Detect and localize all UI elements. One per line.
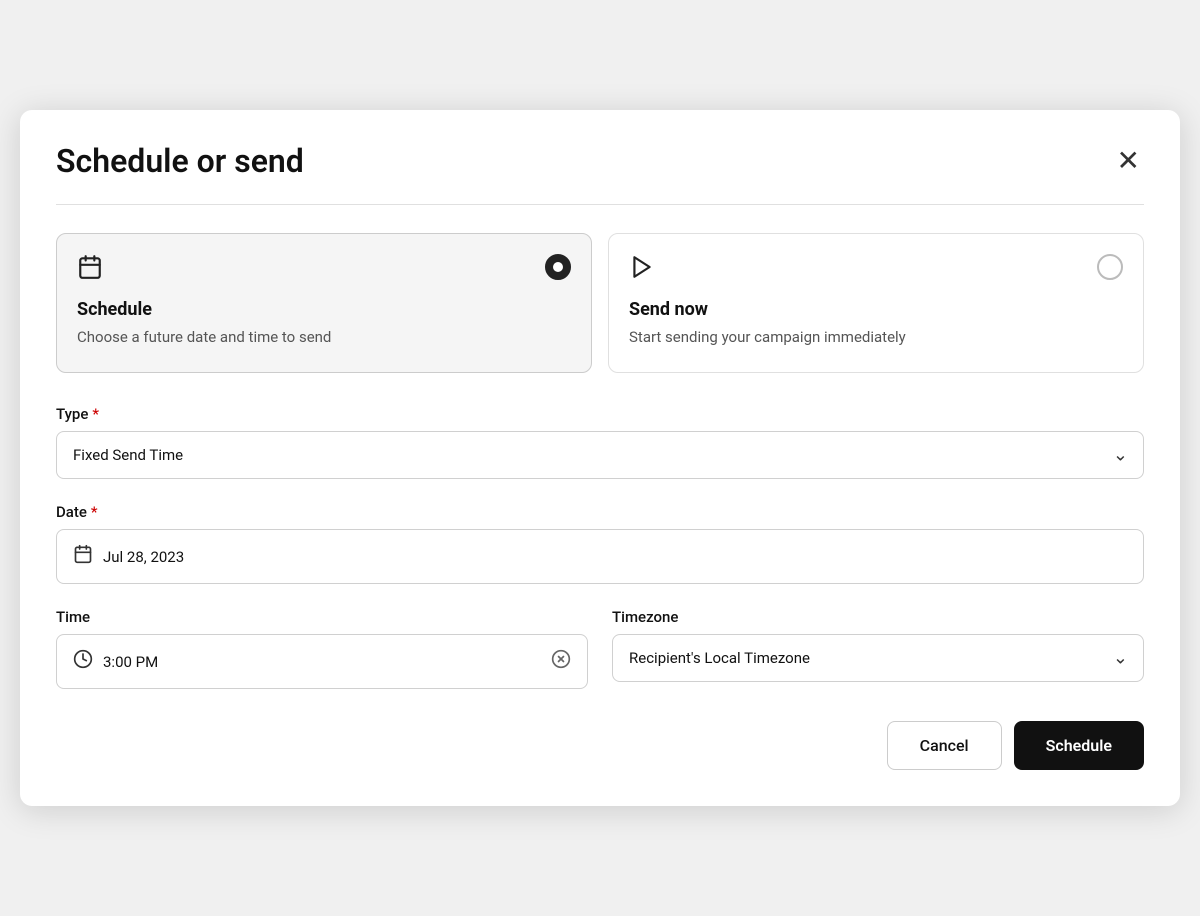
header-divider — [56, 204, 1144, 205]
close-icon: ✕ — [1117, 144, 1140, 177]
timezone-label: Timezone — [612, 608, 1144, 626]
cancel-button[interactable]: Cancel — [887, 721, 1002, 770]
time-value: 3:00 PM — [103, 653, 158, 671]
send-now-radio[interactable] — [1097, 254, 1123, 280]
send-now-card-top — [629, 254, 1123, 285]
send-now-card-label: Send now — [629, 299, 1123, 320]
timezone-select[interactable]: Recipient's Local Timezone UTC US/Easter… — [612, 634, 1144, 682]
time-form-group: Time 3:00 PM — [56, 608, 588, 689]
modal-title: Schedule or send — [56, 142, 304, 180]
timezone-select-wrapper: Recipient's Local Timezone UTC US/Easter… — [612, 634, 1144, 682]
date-calendar-icon — [73, 544, 93, 569]
send-now-card-description: Start sending your campaign immediately — [629, 326, 1123, 349]
date-label: Date * — [56, 503, 1144, 521]
send-now-card[interactable]: Send now Start sending your campaign imm… — [608, 233, 1144, 374]
modal-header: Schedule or send ✕ — [56, 142, 1144, 180]
schedule-card-description: Choose a future date and time to send — [77, 326, 571, 349]
schedule-or-send-modal: Schedule or send ✕ Schedule Choo — [20, 110, 1180, 807]
footer-buttons: Cancel Schedule — [56, 721, 1144, 770]
send-icon — [629, 254, 655, 285]
option-cards-container: Schedule Choose a future date and time t… — [56, 233, 1144, 374]
time-label: Time — [56, 608, 588, 626]
calendar-icon — [77, 254, 103, 285]
date-form-group: Date * Jul 28, 2023 — [56, 503, 1144, 584]
schedule-radio[interactable] — [545, 254, 571, 280]
type-form-group: Type * Fixed Send Time Optimized Send Ti… — [56, 405, 1144, 479]
schedule-card[interactable]: Schedule Choose a future date and time t… — [56, 233, 592, 374]
time-clear-icon[interactable] — [551, 649, 571, 674]
schedule-card-label: Schedule — [77, 299, 571, 320]
type-select[interactable]: Fixed Send Time Optimized Send Time — [56, 431, 1144, 479]
timezone-form-group: Timezone Recipient's Local Timezone UTC … — [612, 608, 1144, 689]
type-label: Type * — [56, 405, 1144, 423]
schedule-button[interactable]: Schedule — [1014, 721, 1144, 770]
type-select-wrapper: Fixed Send Time Optimized Send Time ⌄ — [56, 431, 1144, 479]
schedule-card-top — [77, 254, 571, 285]
date-input[interactable]: Jul 28, 2023 — [56, 529, 1144, 584]
time-input[interactable]: 3:00 PM — [56, 634, 588, 689]
type-required-star: * — [92, 405, 99, 423]
time-clock-icon — [73, 649, 93, 674]
date-required-star: * — [91, 503, 98, 521]
close-button[interactable]: ✕ — [1113, 143, 1144, 179]
date-value: Jul 28, 2023 — [103, 548, 184, 566]
time-timezone-row: Time 3:00 PM — [56, 608, 1144, 689]
